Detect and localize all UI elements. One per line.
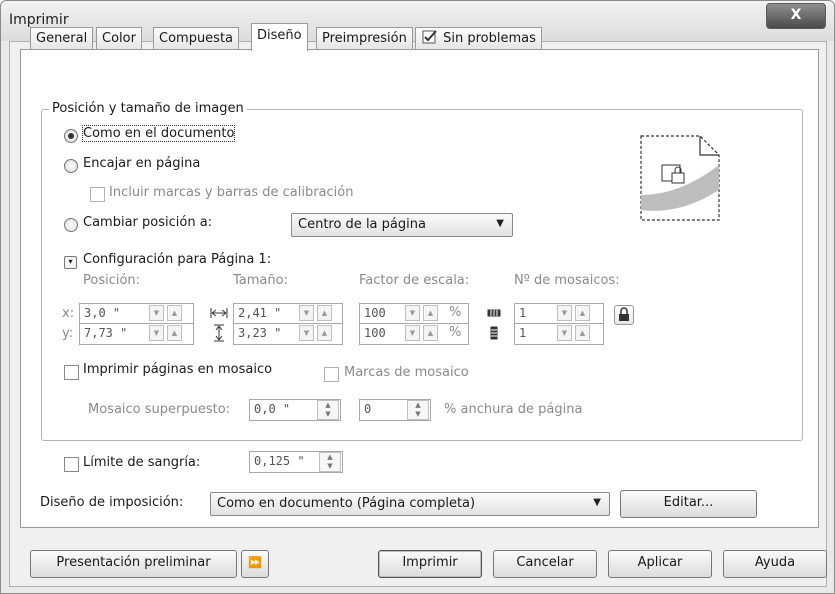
apply-button[interactable]: Aplicar	[608, 550, 712, 578]
tab-label: Color	[102, 31, 136, 46]
include-marks-label: Incluir marcas y barras de calibración	[109, 185, 354, 200]
position-y-value: 7,73 "	[84, 326, 128, 340]
y-label: y:	[62, 326, 74, 341]
radio-fit-page[interactable]	[64, 159, 78, 173]
percent-label: %	[449, 325, 462, 340]
radio-reposition-label[interactable]: Cambiar posición a:	[83, 215, 212, 230]
vertical-tile-icon	[490, 326, 498, 340]
spin-up-icon[interactable]: ▲	[423, 305, 438, 321]
spin-down-icon[interactable]: ▼	[299, 305, 314, 321]
percent-label: %	[449, 305, 462, 320]
spin-up-icon[interactable]: ▲	[167, 325, 182, 341]
print-preview-button[interactable]: Presentación preliminar	[30, 550, 237, 578]
position-header: Posición:	[83, 273, 141, 288]
radio-as-document[interactable]	[64, 129, 78, 143]
help-button[interactable]: Ayuda	[723, 550, 827, 578]
tab-compuesta[interactable]: Compuesta	[153, 27, 240, 50]
tiles-header: Nº de mosaicos:	[514, 273, 620, 288]
tab-label: General	[36, 31, 88, 46]
tile-marks-checkbox[interactable]	[324, 367, 339, 382]
sin-problemas-icon	[422, 30, 437, 44]
spin-up-icon[interactable]: ▲	[317, 325, 332, 341]
overlap-pct-spinner[interactable]: ▲ ▼	[407, 400, 429, 420]
close-button[interactable]: X	[766, 3, 826, 29]
reposition-value: Centro de la página	[298, 217, 426, 232]
include-marks-checkbox[interactable]	[90, 187, 105, 202]
scale-x-value: 100	[364, 306, 386, 320]
page-settings-label: Configuración para Página 1:	[83, 252, 272, 267]
overlap-pct-value: 0	[364, 402, 372, 416]
imposition-value: Como en documento (Página completa)	[217, 496, 476, 511]
print-button[interactable]: Imprimir	[378, 550, 482, 578]
spin-down-icon[interactable]: ▼	[299, 325, 314, 341]
tab-general[interactable]: General	[30, 27, 94, 50]
tab-sin-problemas[interactable]: Sin problemas	[415, 27, 542, 50]
horizontal-tile-icon	[487, 309, 501, 317]
tiles-y-value: 1	[519, 326, 527, 340]
spin-down-icon[interactable]: ▼	[149, 305, 164, 321]
dropdown-arrow-icon: ▼	[593, 497, 601, 508]
radio-reposition[interactable]	[64, 218, 78, 232]
imposition-label: Diseño de imposición:	[40, 495, 184, 510]
expand-icon: ⏩	[248, 556, 262, 569]
page-preview-icon	[640, 135, 720, 221]
print-dialog: Imprimir X General Color Compuesta Diseñ…	[0, 0, 835, 594]
window-title: Imprimir	[9, 12, 69, 28]
spin-up-icon[interactable]: ▲	[575, 325, 590, 341]
close-icon: X	[790, 7, 802, 23]
bleed-value: 0,125 "	[254, 454, 305, 468]
overlap-label: Mosaico superpuesto:	[88, 402, 231, 417]
width-icon	[210, 308, 228, 318]
tab-label: Diseño	[257, 28, 302, 43]
collapse-page-settings[interactable]: ▾	[64, 256, 77, 269]
overlap-value: 0,0 "	[254, 402, 291, 416]
tab-label: Compuesta	[159, 31, 234, 46]
tiles-x-value: 1	[519, 306, 527, 320]
spin-down-icon[interactable]: ▼	[405, 325, 420, 341]
print-tiled-checkbox[interactable]	[64, 365, 79, 380]
height-icon	[214, 324, 224, 342]
width-value: 2,41 "	[238, 306, 282, 320]
tab-preimpresion[interactable]: Preimpresión	[316, 27, 413, 50]
tab-label: Preimpresión	[322, 31, 407, 46]
height-value: 3,23 "	[238, 326, 282, 340]
spin-up-icon[interactable]: ▲	[317, 305, 332, 321]
spin-up-icon[interactable]: ▲	[167, 305, 182, 321]
lock-icon	[619, 307, 629, 321]
overlap-pct-label: % anchura de página	[444, 402, 583, 417]
bleed-spinner[interactable]: ▲ ▼	[319, 452, 341, 472]
print-tiled-label[interactable]: Imprimir páginas en mosaico	[83, 362, 272, 377]
bleed-limit-checkbox[interactable]	[64, 457, 79, 472]
group-title: Posición y tamaño de imagen	[49, 101, 247, 116]
spin-down-icon[interactable]: ▼	[405, 305, 420, 321]
imposition-select[interactable]: Como en documento (Página completa) ▼	[210, 492, 610, 516]
scale-header: Factor de escala:	[359, 273, 470, 288]
tab-color[interactable]: Color	[96, 27, 142, 50]
lock-ratio-button[interactable]	[614, 305, 634, 325]
cancel-button[interactable]: Cancelar	[493, 550, 597, 578]
radio-fit-page-label[interactable]: Encajar en página	[83, 156, 200, 171]
tab-diseno[interactable]: Diseño	[251, 23, 308, 51]
reposition-select[interactable]: Centro de la página ▼	[291, 213, 513, 237]
radio-as-document-label[interactable]: Como en el documento	[81, 125, 236, 142]
size-header: Tamaño:	[233, 273, 288, 288]
spin-down-icon[interactable]: ▼	[557, 305, 572, 321]
expand-preview-button[interactable]: ⏩	[241, 550, 269, 578]
spin-up-icon[interactable]: ▲	[575, 305, 590, 321]
spin-up-icon[interactable]: ▲	[423, 325, 438, 341]
tile-marks-label: Marcas de mosaico	[344, 365, 469, 380]
bleed-limit-label[interactable]: Límite de sangría:	[83, 455, 200, 470]
overlap-spinner[interactable]: ▲ ▼	[317, 400, 339, 420]
position-x-value: 3,0 "	[84, 306, 121, 320]
tab-label: Sin problemas	[443, 31, 536, 46]
scale-y-value: 100	[364, 326, 386, 340]
spin-down-icon[interactable]: ▼	[557, 325, 572, 341]
dropdown-arrow-icon: ▼	[496, 218, 504, 229]
edit-imposition-button[interactable]: Editar...	[620, 490, 757, 518]
x-label: x:	[62, 306, 75, 321]
spin-down-icon[interactable]: ▼	[149, 325, 164, 341]
